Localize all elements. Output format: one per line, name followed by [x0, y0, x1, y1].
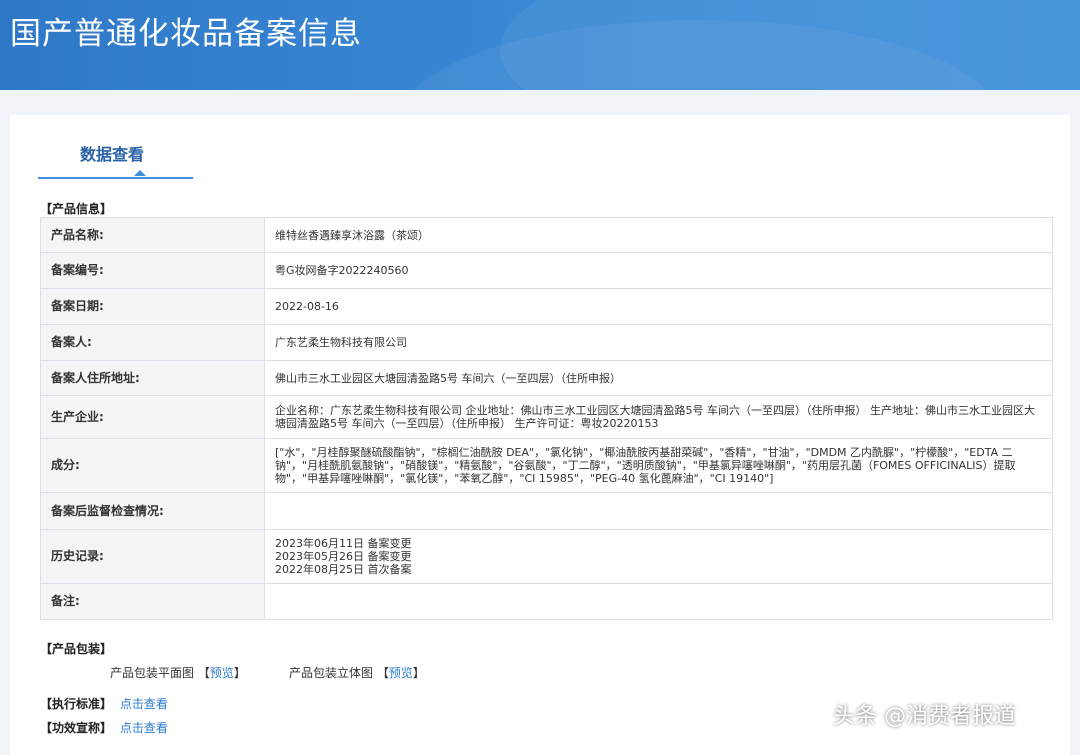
packaging-flat: 产品包装平面图 【预览】: [110, 664, 246, 681]
row-key: 备案人住所地址:: [40, 360, 265, 396]
row-value: 2022-08-16: [264, 288, 1053, 325]
preview-link-flat[interactable]: 预览: [210, 666, 234, 680]
header-banner: 国产普通化妆品备案信息: [0, 0, 1080, 90]
section-packaging: 【产品包装】: [40, 642, 113, 656]
content-panel: 数据查看 【产品信息】 产品名称: 维特丝香遇臻享沐浴露（茶颂） 备案编号: 粤…: [10, 115, 1070, 755]
tab-data-view[interactable]: 数据查看: [38, 115, 193, 179]
row-key: 历史记录:: [40, 529, 265, 584]
row-value: 维特丝香遇臻享沐浴露（茶颂）: [264, 217, 1053, 253]
claims-view-link[interactable]: 点击查看: [120, 721, 168, 735]
row-key: 备案人:: [40, 324, 265, 361]
table-row: 备案人: 广东艺柔生物科技有限公司: [40, 324, 1053, 361]
row-value: 企业名称：广东艺柔生物科技有限公司 企业地址：佛山市三水工业园区大塘园清盈路5号…: [264, 395, 1053, 439]
table-row: 成分: ["水"，"月桂醇聚醚硫酸酯钠"，"棕榈仁油酰胺 DEA"，"氯化钠"，…: [40, 438, 1053, 493]
tab-label: 数据查看: [80, 145, 145, 164]
section-standard: 【执行标准】: [40, 697, 113, 711]
row-value: 佛山市三水工业园区大塘园清盈路5号 车间六（一至四层）（住所申报）: [264, 360, 1053, 396]
history-entry: 2022年08月25日 首次备案: [275, 563, 412, 576]
row-value: ["水"，"月桂醇聚醚硫酸酯钠"，"棕榈仁油酰胺 DEA"，"氯化钠"，"椰油酰…: [264, 438, 1053, 493]
bracket: 【: [197, 666, 210, 680]
table-row: 备案人住所地址: 佛山市三水工业园区大塘园清盈路5号 车间六（一至四层）（住所申…: [40, 360, 1053, 396]
tab-active-caret: [134, 170, 146, 176]
claims-row: 【功效宣称】 点击查看: [40, 719, 168, 736]
section-product-info: 【产品信息】: [40, 202, 113, 216]
bracket: 】: [412, 666, 425, 680]
standard-row: 【执行标准】 点击查看: [40, 695, 168, 712]
table-row: 历史记录: 2023年06月11日 备案变更 2023年05月26日 备案变更 …: [40, 529, 1053, 584]
history-entry: 2023年05月26日 备案变更: [275, 550, 412, 563]
table-row: 备注:: [40, 583, 1053, 620]
row-key: 备案后监督检查情况:: [40, 492, 265, 530]
bracket: 】: [233, 666, 246, 680]
product-info-table: 产品名称: 维特丝香遇臻享沐浴露（茶颂） 备案编号: 粤G妆网备字2022240…: [40, 217, 1053, 620]
row-key: 备案日期:: [40, 288, 265, 325]
table-row: 产品名称: 维特丝香遇臻享沐浴露（茶颂）: [40, 217, 1053, 253]
row-value: [264, 492, 1053, 530]
table-row: 备案编号: 粤G妆网备字2022240560: [40, 252, 1053, 289]
row-value: 粤G妆网备字2022240560: [264, 252, 1053, 289]
row-value: 广东艺柔生物科技有限公司: [264, 324, 1053, 361]
standard-view-link[interactable]: 点击查看: [120, 697, 168, 711]
packaging-solid: 产品包装立体图 【预览】: [289, 664, 425, 681]
row-key: 成分:: [40, 438, 265, 493]
table-row: 备案后监督检查情况:: [40, 492, 1053, 530]
bracket: 【: [376, 666, 389, 680]
row-key: 生产企业:: [40, 395, 265, 439]
table-row: 备案日期: 2022-08-16: [40, 288, 1053, 325]
row-key: 备注:: [40, 583, 265, 620]
packaging-solid-label: 产品包装立体图: [289, 666, 374, 680]
watermark: 头条 @消费者报道: [833, 704, 1016, 729]
section-claims: 【功效宣称】: [40, 721, 113, 735]
row-key: 备案编号:: [40, 252, 265, 289]
packaging-flat-label: 产品包装平面图: [110, 666, 195, 680]
history-list: 2023年06月11日 备案变更 2023年05月26日 备案变更 2022年0…: [264, 529, 1053, 584]
table-row: 生产企业: 企业名称：广东艺柔生物科技有限公司 企业地址：佛山市三水工业园区大塘…: [40, 395, 1053, 439]
history-entry: 2023年06月11日 备案变更: [275, 537, 412, 550]
preview-link-solid[interactable]: 预览: [389, 666, 413, 680]
row-key: 产品名称:: [40, 217, 265, 253]
page-title: 国产普通化妆品备案信息: [10, 16, 362, 52]
row-value: [264, 583, 1053, 620]
